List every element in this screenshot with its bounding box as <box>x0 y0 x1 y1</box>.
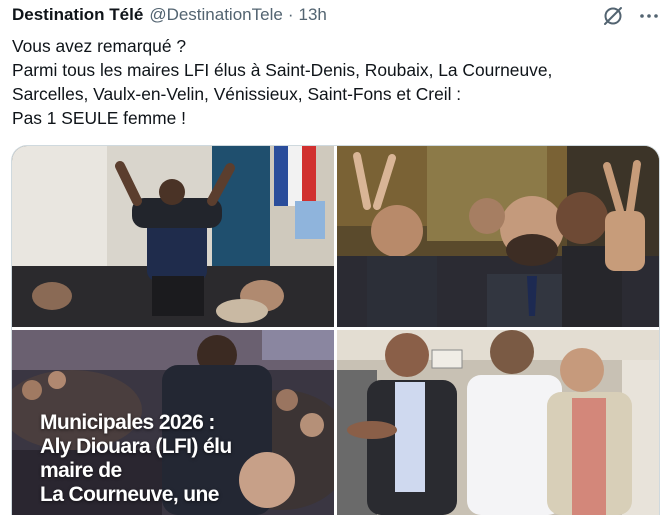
photo-celebration-hall[interactable] <box>12 146 334 327</box>
tweet-timestamp[interactable]: 13h <box>298 5 326 25</box>
photo-victory-signs[interactable] <box>337 146 659 327</box>
grok-icon[interactable] <box>601 4 625 28</box>
tweet-text-line: Sarcelles, Vaulx-en-Velin, Vénissieux, S… <box>12 84 462 104</box>
more-icon[interactable] <box>637 4 661 28</box>
tweet-text-line: Parmi tous les maires LFI élus à Saint-D… <box>12 60 553 80</box>
photo-crowd-caption[interactable]: Municipales 2026 : Aly Diouara (LFI) élu… <box>12 330 334 515</box>
media-grid: Municipales 2026 : Aly Diouara (LFI) élu… <box>11 145 660 515</box>
tweet[interactable]: Destination Télé @DestinationTele · 13h … <box>0 0 666 515</box>
tweet-text: Vous avez remarqué ? Parmi tous les mair… <box>12 34 652 130</box>
tweet-header: Destination Télé @DestinationTele · 13h <box>12 4 327 26</box>
tweet-text-line: Vous avez remarqué ? <box>12 36 187 56</box>
author-handle[interactable]: @DestinationTele <box>149 5 283 25</box>
author-name[interactable]: Destination Télé <box>12 5 143 25</box>
photo-three-men[interactable] <box>337 330 659 515</box>
caption-line: Aly Diouara (LFI) élu <box>40 435 232 458</box>
caption-line: Municipales 2026 : <box>40 411 215 434</box>
caption-line: maire de <box>40 459 122 482</box>
caption-line: La Courneuve, une <box>40 483 219 506</box>
header-separator: · <box>287 5 294 24</box>
tweet-text-line: Pas 1 SEULE femme ! <box>12 108 186 128</box>
photo-caption: Municipales 2026 : Aly Diouara (LFI) élu… <box>40 411 232 507</box>
